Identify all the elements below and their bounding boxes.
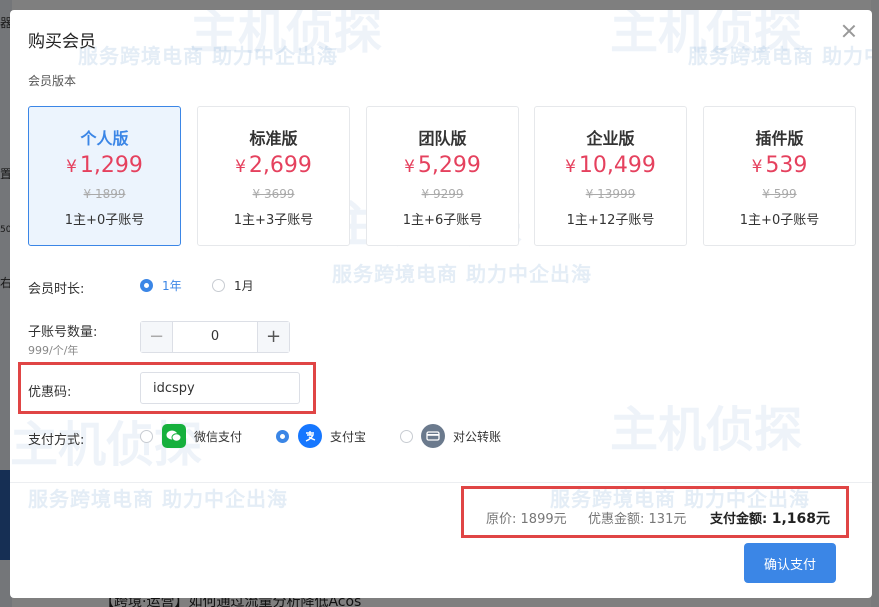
plan-original-price: ¥ 599 [762, 187, 797, 201]
plan-original-price: ¥ 3699 [252, 187, 295, 201]
plan-name: 个人版 [80, 129, 129, 148]
plan-accounts: 1主+12子账号 [566, 213, 655, 228]
plan-card-personal[interactable]: 个人版 ¥1,299 ¥ 1899 1主+0子账号 [28, 106, 181, 246]
payment-option-alipay[interactable]: 支付宝 [330, 428, 366, 445]
plan-list: 个人版 ¥1,299 ¥ 1899 1主+0子账号 标准版 ¥2,699 ¥ 3… [28, 106, 856, 246]
plan-original-price: ¥ 9299 [421, 187, 464, 201]
subaccount-stepper: − + [140, 321, 290, 353]
plan-card-enterprise[interactable]: 企业版 ¥10,499 ¥ 13999 1主+12子账号 [534, 106, 687, 246]
purchase-dialog: 主机侦探 主机侦探 服务跨境电商 助力中企出海 服务跨境电商 助力中企出海 主机… [10, 10, 872, 598]
plan-original-price: ¥ 1899 [83, 187, 126, 201]
currency-symbol: ¥ [66, 157, 77, 177]
currency-symbol: ¥ [565, 157, 576, 177]
subaccount-quantity-input[interactable] [173, 322, 257, 352]
plan-price: ¥5,299 [367, 153, 518, 178]
increment-button[interactable]: + [257, 322, 289, 352]
plan-accounts: 1主+3子账号 [233, 213, 314, 228]
payment-radio-bank[interactable] [400, 430, 413, 443]
dialog-title: 购买会员 [28, 32, 96, 52]
plan-price: ¥2,699 [198, 153, 349, 178]
plan-original-price: ¥ 13999 [585, 187, 636, 201]
plan-card-team[interactable]: 团队版 ¥5,299 ¥ 9299 1主+6子账号 [366, 106, 519, 246]
plan-accounts: 1主+0子账号 [64, 213, 145, 228]
wechat-icon [162, 424, 186, 448]
watermark-logo: 主机侦探 [190, 10, 383, 60]
plan-name: 标准版 [249, 129, 298, 148]
plan-price-value: 539 [765, 153, 808, 178]
duration-radio-month[interactable] [212, 279, 225, 292]
total-label: 支付金额: [710, 512, 768, 527]
currency-symbol: ¥ [404, 157, 415, 177]
payment-label: 支付方式: [28, 433, 85, 448]
plan-name: 企业版 [586, 129, 635, 148]
discount-label: 优惠金额: [588, 512, 645, 527]
total-summary: 支付金额: 1,168元 [710, 508, 830, 528]
plan-price-value: 1,299 [79, 153, 143, 178]
coupon-input[interactable] [140, 372, 300, 404]
plan-price-value: 10,499 [578, 153, 656, 178]
close-icon[interactable] [842, 24, 856, 38]
original-price-value: 1899元 [520, 512, 567, 527]
decrement-button[interactable]: − [141, 322, 173, 352]
plan-card-plugin[interactable]: 插件版 ¥539 ¥ 599 1主+0子账号 [703, 106, 856, 246]
payment-option-bank[interactable]: 对公转账 [453, 428, 501, 445]
plan-accounts: 1主+6子账号 [402, 213, 483, 228]
discount-value: 131元 [648, 512, 687, 527]
watermark-text: 服务跨境电商 助力中企出海 [28, 487, 288, 511]
plan-price: ¥1,299 [29, 153, 180, 178]
duration-option-year[interactable]: 1年 [162, 277, 182, 294]
subaccount-label: 子账号数量: [28, 325, 98, 340]
bank-transfer-icon [421, 424, 445, 448]
plan-price-value: 5,299 [417, 153, 481, 178]
payment-radio-alipay[interactable] [276, 430, 289, 443]
plan-price-value: 2,699 [248, 153, 312, 178]
duration-option-month[interactable]: 1月 [234, 277, 254, 294]
original-price-label: 原价: [486, 512, 517, 527]
plan-name: 团队版 [418, 129, 467, 148]
watermark-text: 服务跨境电商 助力中企出海 [332, 262, 592, 286]
confirm-payment-button[interactable]: 确认支付 [744, 543, 836, 583]
original-price-summary: 原价: 1899元 [486, 508, 567, 527]
coupon-label: 优惠码: [28, 385, 72, 400]
plan-accounts: 1主+0子账号 [739, 213, 820, 228]
plan-price: ¥539 [704, 153, 855, 178]
currency-symbol: ¥ [751, 157, 763, 177]
currency-symbol: ¥ [235, 157, 246, 177]
watermark-logo: 主机侦探 [610, 10, 803, 60]
watermark-text: 服务跨境电商 助力中企出海 [688, 44, 872, 68]
watermark-text: 服务跨境电商 助力中企出海 [78, 44, 338, 68]
divider [10, 482, 872, 483]
payment-radio-wechat[interactable] [140, 430, 153, 443]
duration-radio-year[interactable] [140, 279, 153, 292]
plan-name: 插件版 [755, 129, 804, 148]
plan-card-standard[interactable]: 标准版 ¥2,699 ¥ 3699 1主+3子账号 [197, 106, 350, 246]
duration-label: 会员时长: [28, 282, 85, 297]
alipay-icon [298, 424, 322, 448]
subaccount-price-note: 999/个/年 [28, 344, 79, 357]
membership-version-label: 会员版本 [28, 74, 77, 88]
total-value: 1,168元 [771, 511, 831, 527]
plan-price: ¥10,499 [535, 153, 686, 178]
discount-summary: 优惠金额: 131元 [588, 508, 686, 527]
watermark-logo: 主机侦探 [610, 402, 803, 458]
payment-option-wechat[interactable]: 微信支付 [194, 428, 242, 445]
